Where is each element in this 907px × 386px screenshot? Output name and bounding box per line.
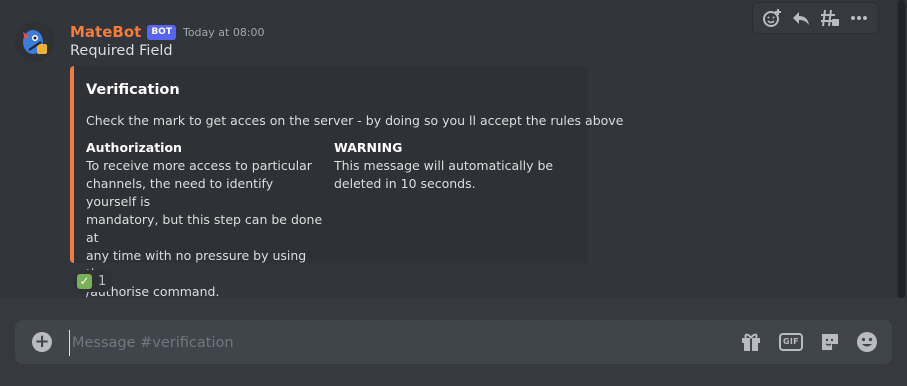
field-value-line: deleted in 10 seconds. bbox=[334, 176, 476, 191]
embed-field-value: This message will automatically be delet… bbox=[334, 157, 574, 193]
field-value-line: To receive more access to particular bbox=[86, 158, 312, 173]
embed-field-authorization: Authorization To receive more access to … bbox=[86, 139, 326, 301]
gift-icon[interactable] bbox=[739, 330, 763, 354]
embed-field-value: To receive more access to particular cha… bbox=[86, 157, 326, 301]
gif-icon[interactable]: GIF bbox=[779, 330, 803, 354]
create-thread-icon[interactable] bbox=[818, 6, 842, 30]
reaction-check[interactable]: ✓ 1 bbox=[73, 270, 113, 292]
embed-field-warning: WARNING This message will automatically … bbox=[334, 139, 574, 193]
embed-description: Check the mark to get acces on the serve… bbox=[86, 113, 624, 128]
bot-tag: BOT bbox=[147, 24, 176, 40]
add-attachment-icon[interactable]: + bbox=[32, 332, 52, 352]
message-content: Required Field bbox=[70, 43, 173, 59]
field-value-line: channels, the need to identify yourself … bbox=[86, 176, 274, 209]
message-header: MateBot BOT Today at 08:00 bbox=[70, 21, 265, 43]
field-value-line: any time with no pressure by using the bbox=[86, 248, 307, 281]
reply-icon[interactable] bbox=[789, 6, 813, 30]
author-name[interactable]: MateBot bbox=[70, 23, 141, 41]
message-composer: + GIF bbox=[15, 320, 892, 364]
gif-label: GIF bbox=[779, 333, 803, 351]
embed-card: Verification Check the mark to get acces… bbox=[70, 66, 623, 299]
reaction-count: 1 bbox=[98, 273, 107, 289]
chat-area: MateBot BOT Today at 08:00 Required Fiel… bbox=[0, 0, 896, 299]
add-reaction-icon[interactable] bbox=[760, 6, 784, 30]
field-value-line: This message will automatically be bbox=[334, 158, 554, 173]
message-input[interactable] bbox=[69, 330, 674, 356]
embed-field-name: WARNING bbox=[334, 140, 403, 155]
message-toolbar bbox=[752, 2, 879, 34]
avatar[interactable] bbox=[15, 22, 55, 62]
field-value-line: /authorise command. bbox=[86, 284, 220, 299]
message-timestamp: Today at 08:00 bbox=[182, 25, 265, 39]
embed-field-name: Authorization bbox=[86, 140, 182, 155]
field-value-line: mandatory, but this step can be done at bbox=[86, 212, 323, 245]
scrollbar-thumb[interactable] bbox=[898, 0, 905, 298]
white-check-mark-icon: ✓ bbox=[77, 273, 92, 289]
embed-title: Verification bbox=[86, 82, 180, 98]
emoji-icon[interactable] bbox=[855, 330, 879, 354]
bot-avatar-image bbox=[15, 22, 55, 62]
sticker-icon[interactable] bbox=[818, 330, 842, 354]
more-icon[interactable] bbox=[847, 6, 871, 30]
